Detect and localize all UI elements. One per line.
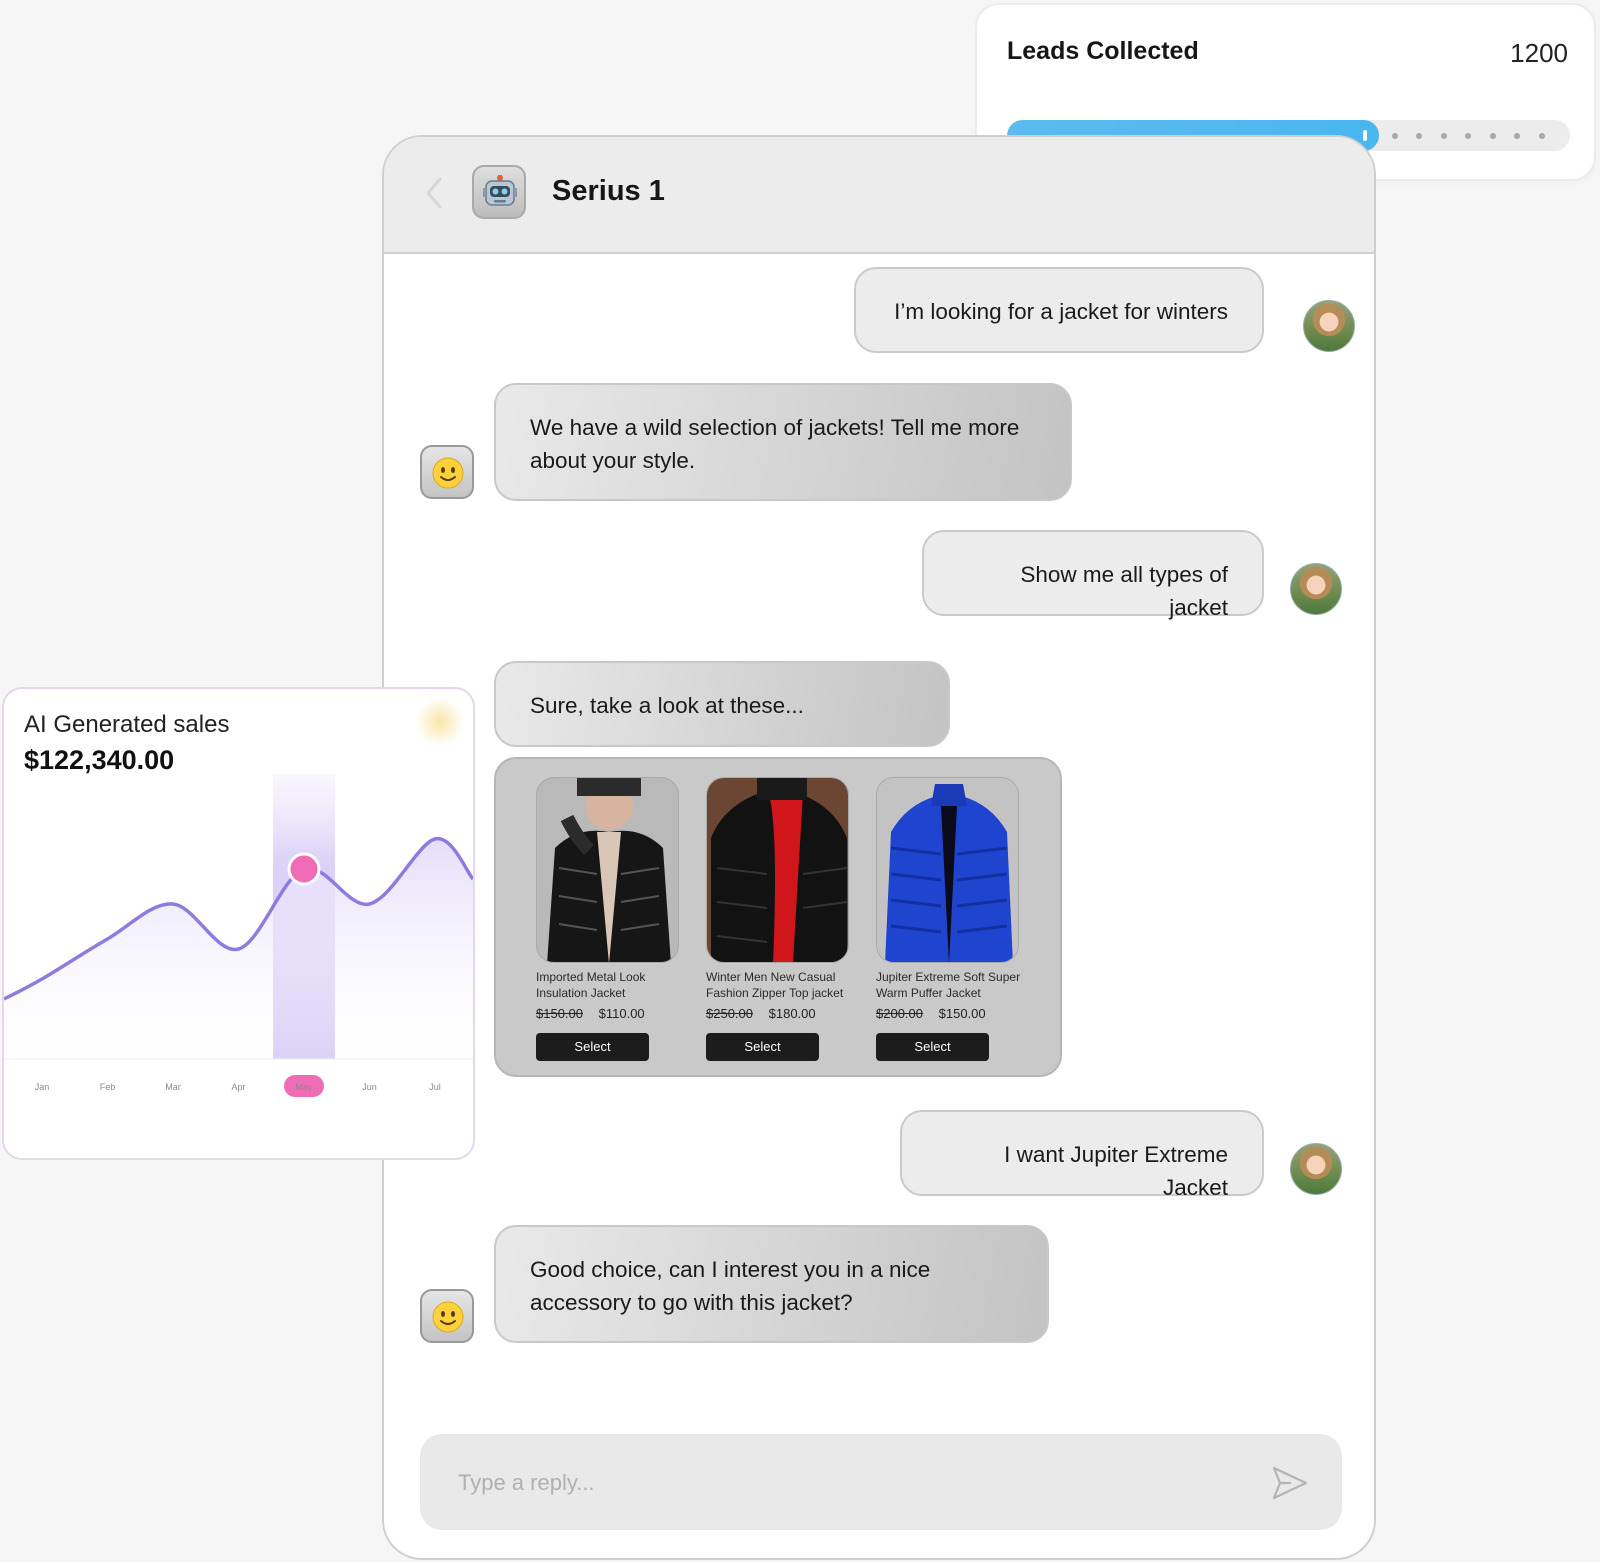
progress-dot [1392,133,1398,139]
progress-dot [1441,133,1447,139]
sales-amount: $122,340.00 [24,745,175,775]
month-label-feb[interactable]: Feb [100,1082,116,1092]
select-button[interactable]: Select [536,1033,649,1061]
sale-price: $180.00 [768,1006,816,1021]
progress-dot [1539,133,1545,139]
bot-message: Good choice, can I interest you in a nic… [494,1225,1049,1343]
bot-message: Sure, take a look at these... [494,661,950,747]
original-price: $150.00 [536,1006,583,1021]
progress-dot [1465,133,1471,139]
sales-card: Jan Feb Mar Apr May Jun Jul AI Generated sales… [2,687,475,1160]
user-message: Show me all types of jacket [922,530,1264,620]
chat-window: Serius 1 I’m looking for a jacket for wi… [382,135,1376,1560]
user-message: I’m looking for a jacket for winters [854,267,1264,353]
message-text: Sure, take a look at these... [530,693,804,718]
product-price: $150.00 $110.00 [536,1006,686,1021]
month-label-jan[interactable]: Jan [35,1082,50,1092]
sale-price: $150.00 [938,1006,986,1021]
select-button[interactable]: Select [706,1033,819,1061]
reply-input[interactable] [456,1462,1240,1504]
smiley-emoji-icon [432,457,464,489]
bot-message: We have a wild selection of jackets! Tel… [494,383,1072,501]
user-avatar [1290,1143,1342,1195]
reply-bar [420,1434,1342,1530]
month-label-mar[interactable]: Mar [165,1082,181,1092]
bot-avatar [420,1289,474,1343]
robot-icon [472,165,526,219]
back-button[interactable] [420,175,450,211]
month-label-apr[interactable]: Apr [231,1082,245,1092]
product-card[interactable]: Jupiter Extreme Soft Super Warm Puffer J… [876,777,1026,1061]
month-label-may[interactable]: May [295,1082,313,1092]
bot-avatar [420,445,474,499]
black-red-lined-jacket-image [706,777,849,963]
month-label-jun[interactable]: Jun [362,1082,377,1092]
month-label-jul[interactable]: Jul [429,1082,441,1092]
original-price: $200.00 [876,1006,923,1021]
user-avatar [1290,563,1342,615]
sales-title: AI Generated sales [24,711,230,738]
message-text: Show me all types of jacket [1020,562,1228,620]
send-icon [1272,1466,1308,1500]
user-avatar [1303,300,1355,352]
product-price: $200.00 $150.00 [876,1006,1026,1021]
progress-dot [1514,133,1520,139]
product-price: $250.00 $180.00 [706,1006,856,1021]
send-button[interactable] [1270,1464,1310,1502]
product-name: Jupiter Extreme Soft Super Warm Puffer J… [876,970,1021,1000]
product-card[interactable]: Imported Metal Look Insulation Jacket $1… [536,777,686,1061]
product-card[interactable]: Winter Men New Casual Fashion Zipper Top… [706,777,856,1061]
progress-dot [1490,133,1496,139]
user-message: I want Jupiter Extreme Jacket [900,1110,1264,1200]
sale-price: $110.00 [598,1006,645,1021]
select-button[interactable]: Select [876,1033,989,1061]
leads-title: Leads Collected [1007,37,1199,65]
selected-data-point[interactable] [287,852,321,886]
product-carousel: Imported Metal Look Insulation Jacket $1… [494,757,1062,1077]
message-text: I want Jupiter Extreme Jacket [1004,1142,1228,1200]
smiley-emoji-icon [432,1301,464,1333]
progress-dot [1416,133,1422,139]
product-name: Imported Metal Look Insulation Jacket [536,970,646,1000]
chat-title: Serius 1 [552,175,665,207]
message-text: Good choice, can I interest you in a nic… [530,1257,931,1315]
chat-header: Serius 1 [384,137,1374,254]
blue-puffer-jacket-image [876,777,1019,963]
chevron-left-icon [426,177,442,209]
product-name: Winter Men New Casual Fashion Zipper Top… [706,970,844,1000]
message-text: I’m looking for a jacket for winters [894,299,1228,324]
black-glossy-puffer-jacket-image [536,777,679,963]
original-price: $250.00 [706,1006,753,1021]
message-text: We have a wild selection of jackets! Tel… [530,415,1020,473]
leads-value: 1200 [1510,38,1568,68]
